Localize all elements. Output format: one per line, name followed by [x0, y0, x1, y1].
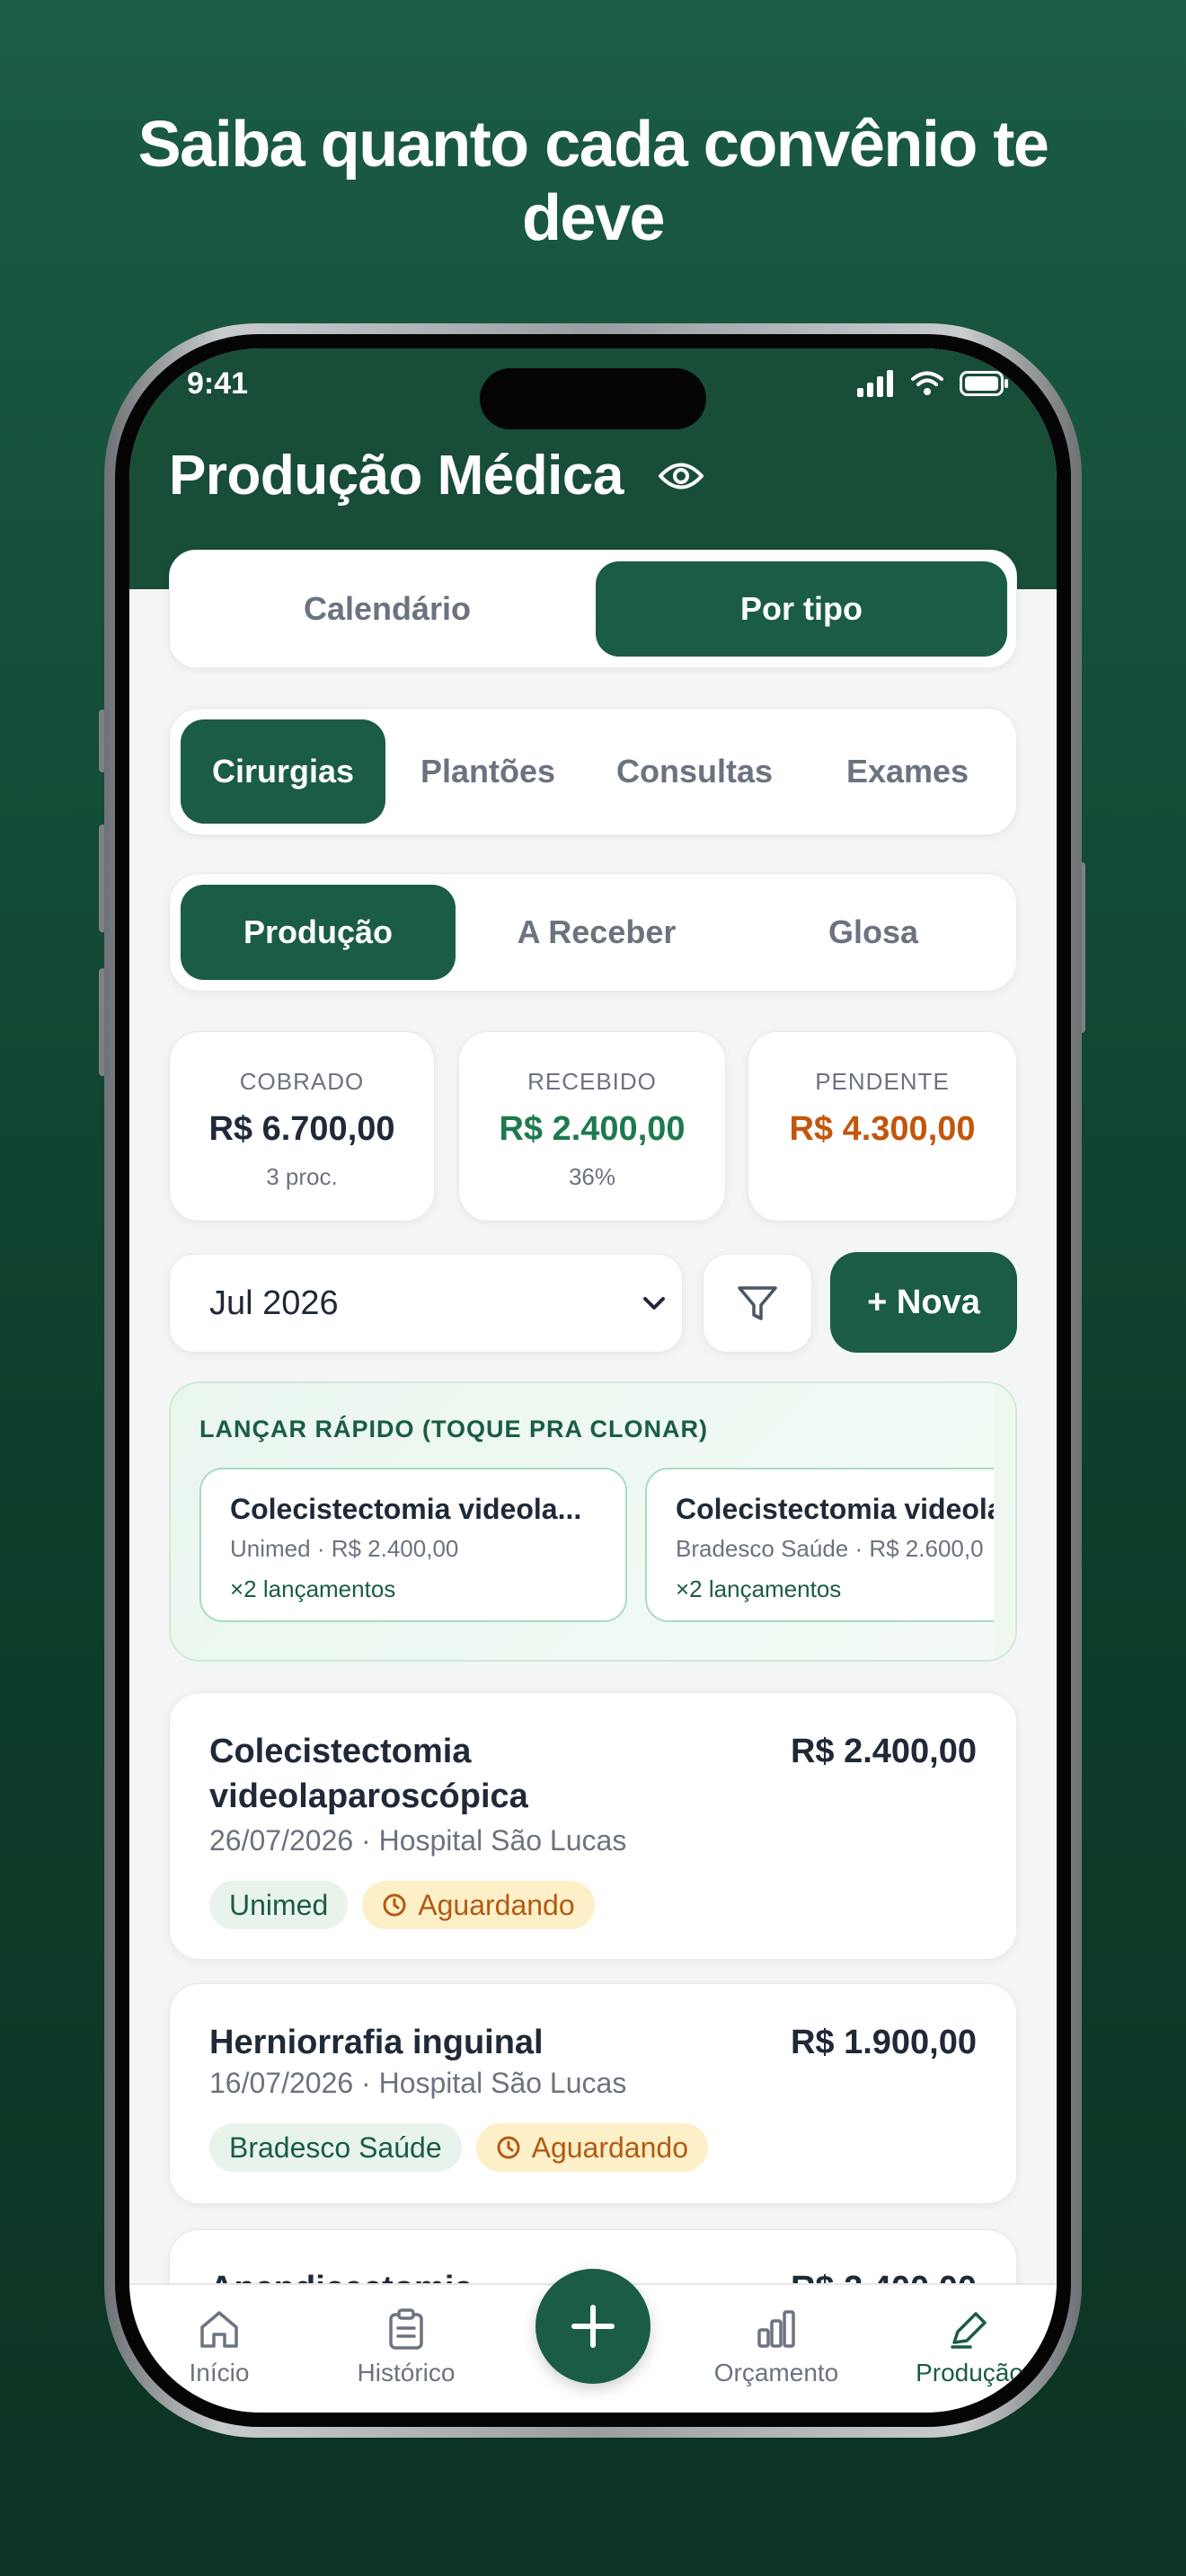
stat-label: PENDENTE [815, 1068, 950, 1095]
quick-launch-panel: LANÇAR RÁPIDO (TOQUE PRA CLONAR) Colecis… [169, 1381, 1017, 1662]
stat-card-cobrado: COBRADO R$ 6.700,00 3 proc. [169, 1031, 435, 1222]
status-badge: Aguardando [475, 2123, 708, 2172]
bar-chart-icon [757, 2310, 795, 2348]
nav-item-orcamento[interactable]: Orçamento [704, 2308, 848, 2387]
signal-icon [857, 370, 893, 397]
title-row: Produção Médica [169, 444, 704, 507]
add-fab-button[interactable] [535, 2269, 651, 2384]
mode-tabs: Produção A Receber Glosa [169, 873, 1017, 992]
stat-value: R$ 4.300,00 [789, 1110, 976, 1148]
month-select-value: Jul 2026 [209, 1284, 339, 1322]
stat-card-recebido: RECEBIDO R$ 2.400,00 36% [458, 1031, 726, 1222]
view-toggle: Calendário Por tipo [169, 550, 1017, 668]
nav-label: Produção [916, 2359, 1023, 2386]
pen-icon [951, 2312, 987, 2349]
tab-glosa[interactable]: Glosa [738, 885, 1009, 980]
quick-item-meta: Bradesco Saúde · R$ 2.600,0 [676, 1535, 984, 1562]
nav-item-producao[interactable]: Produção [902, 2308, 1037, 2387]
month-select[interactable]: Jul 2026 [169, 1254, 683, 1353]
nav-label: Orçamento [713, 2359, 839, 2386]
status-badge: Aguardando [362, 1881, 595, 1929]
plus-icon [571, 2305, 615, 2348]
nav-label: Histórico [357, 2359, 456, 2386]
stat-value: R$ 6.700,00 [208, 1110, 395, 1148]
status-text: Aguardando [531, 2130, 688, 2164]
tab-cirurgias[interactable]: Cirurgias [181, 719, 385, 824]
eye-icon[interactable] [658, 459, 704, 493]
page-title: Produção Médica [169, 445, 624, 507]
battery-icon [960, 371, 1008, 396]
funnel-icon [738, 1286, 777, 1320]
quick-item-meta: Unimed · R$ 2.400,00 [230, 1535, 459, 1562]
promo-headline: Saiba quanto cada convênio te deve [137, 109, 1049, 254]
stat-label: COBRADO [239, 1068, 365, 1095]
tab-plantoes[interactable]: Plantões [394, 719, 581, 824]
stat-card-pendente: PENDENTE R$ 4.300,00 [748, 1031, 1017, 1222]
tab-calendario[interactable]: Calendário [182, 561, 592, 657]
procedure-meta: 16/07/2026 · Hospital São Lucas [209, 2067, 627, 2099]
status-text: Aguardando [418, 1888, 575, 1921]
procedure-card[interactable]: Herniorrafia inguinal R$ 1.900,00 16/07/… [169, 1983, 1017, 2204]
chevron-down-icon [643, 1297, 665, 1310]
quick-launch-title: LANÇAR RÁPIDO (TOQUE PRA CLONAR) [199, 1416, 708, 1442]
home-icon [200, 2311, 238, 2348]
procedure-meta: 26/07/2026 · Hospital São Lucas [209, 1824, 627, 1857]
payer-badge: Unimed [209, 1881, 349, 1929]
wifi-icon [911, 371, 943, 395]
quick-item-count: ×2 lançamentos [676, 1575, 842, 1602]
nav-label: Início [189, 2359, 250, 2386]
clock-icon [383, 1893, 406, 1917]
clock-icon [497, 2136, 520, 2159]
tab-por-tipo[interactable]: Por tipo [596, 561, 1007, 657]
quick-item[interactable]: Colecistectomia videola Bradesco Saúde ·… [645, 1468, 1015, 1622]
dynamic-island [480, 368, 706, 429]
procedure-tags: Unimed Aguardando [209, 1881, 977, 1929]
quick-item-title: Colecistectomia videola [676, 1493, 1004, 1525]
status-icons [857, 370, 1010, 397]
tab-exames[interactable]: Exames [808, 719, 1007, 824]
procedure-amount: R$ 2.400,00 [790, 1733, 977, 1770]
stat-sub: 3 proc. [266, 1163, 338, 1190]
tab-producao[interactable]: Produção [181, 885, 456, 980]
type-tabs: Cirurgias Plantões Consultas Exames [169, 708, 1017, 835]
procedure-title-line: videolaparoscópica [209, 1778, 528, 1815]
new-button[interactable]: + Nova [830, 1252, 1017, 1353]
stat-sub: 36% [568, 1163, 616, 1190]
nav-item-inicio[interactable]: Início [165, 2308, 273, 2387]
stat-value: R$ 2.400,00 [499, 1110, 686, 1148]
status-time: 9:41 [187, 366, 249, 401]
clipboard-icon [389, 2308, 423, 2350]
quick-item-count: ×2 lançamentos [230, 1575, 396, 1602]
quick-launch-fade [994, 1383, 1015, 1660]
payer-badge: Bradesco Saúde [209, 2123, 462, 2172]
nav-item-historico[interactable]: Histórico [343, 2308, 469, 2387]
app-screen: 9:41 Produção Médica Calendário Por tipo [129, 348, 1057, 2413]
quick-item[interactable]: Colecistectomia videola... Unimed · R$ 2… [199, 1468, 627, 1622]
tab-a-receber[interactable]: A Receber [459, 885, 734, 980]
procedure-card[interactable]: Colecistectomia videolaparoscópica R$ 2.… [169, 1692, 1017, 1960]
stat-label: RECEBIDO [527, 1068, 657, 1095]
procedure-tags: Bradesco Saúde Aguardando [209, 2123, 977, 2172]
filter-button[interactable] [703, 1254, 812, 1353]
quick-item-title: Colecistectomia videola... [230, 1493, 582, 1525]
tab-consultas[interactable]: Consultas [589, 719, 801, 824]
procedure-amount: R$ 1.900,00 [790, 2024, 977, 2061]
